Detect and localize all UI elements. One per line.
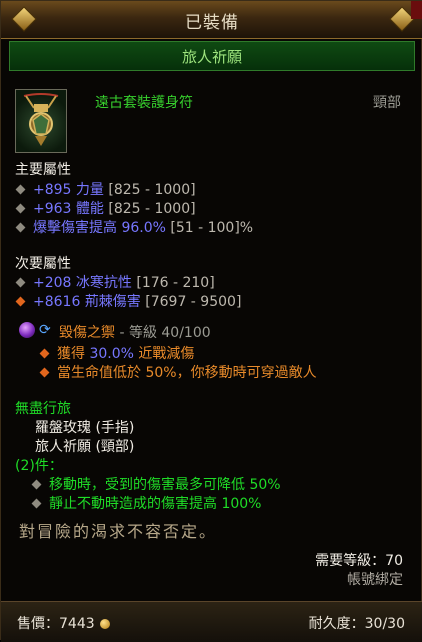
gem-name: 毀傷之禦 [59,325,115,341]
bullet-icon [15,203,26,213]
gem-effect-row: 當生命值低於 50%，你移動時可穿過敵人 [39,362,317,382]
bullet-icon [39,367,50,377]
sell-price: 售價：7443 [17,613,110,633]
gem-title: 毀傷之禦 - 等級 40/100 [59,322,211,342]
bullet-icon [15,184,26,194]
set-title: 無盡行旅 [15,401,71,417]
equipped-status: 已裝備 [185,13,239,33]
amulet-icon [15,89,67,153]
bullet-icon [31,498,42,508]
primary-stat-row: 爆擊傷害提高 96.0% [51 - 100]% [15,217,253,237]
primary-stat-row: +963 體能 [825 - 1000] [15,198,196,218]
bullet-icon [15,277,26,287]
set-bonus-row: 靜止不動時造成的傷害提高 100% [31,493,261,513]
refresh-icon: ⟳ [39,322,51,338]
item-name: 遠古套裝護身符 [95,95,193,111]
set-item-name: 旅人祈願 [181,48,242,66]
set-bonus-count: (2)件： [15,458,63,474]
gold-coin-icon [99,619,110,629]
bullet-icon [15,296,26,306]
item-slot: 頸部 [373,95,401,111]
set-piece: 旅人祈願 (頸部) [35,439,135,455]
durability: 耐久度：30/30 [308,616,405,632]
secondary-stats-heading: 次要屬性 [15,256,71,272]
set-banner: 旅人祈願 [9,41,415,71]
bullet-icon [31,479,42,489]
tooltip-title-bar: 已裝備 [1,1,422,39]
primary-stats-heading: 主要屬性 [15,162,71,178]
set-bonus-row: 移動時，受到的傷害最多可降低 50% [31,474,281,494]
required-level: 需要等級：70 [315,553,403,569]
secondary-stat-row: +208 冰寒抗性 [176 - 210] [15,272,215,292]
account-bound-label: 帳號綁定 [347,572,403,588]
gem-effect-row: 獲得 30.0% 近戰減傷 [39,343,194,363]
flavor-text: 對冒險的渴求不容否定。 [19,522,218,541]
tooltip-footer: 售價：7443 耐久度：30/30 [1,601,422,642]
secondary-stat-row: +8616 荊棘傷害 [7697 - 9500] [15,291,241,311]
gem-icon [19,322,35,338]
gem-level: - 等級 40/100 [119,325,211,341]
primary-stat-row: +895 力量 [825 - 1000] [15,179,196,199]
item-tooltip: 已裝備 旅人祈願 遠古套裝護身符 頸部 主要屬性 +895 力量 [825 - … [0,0,422,642]
bullet-icon [39,348,50,358]
set-piece: 羅盤玫瑰 (手指) [35,420,135,436]
bullet-icon [15,222,26,232]
